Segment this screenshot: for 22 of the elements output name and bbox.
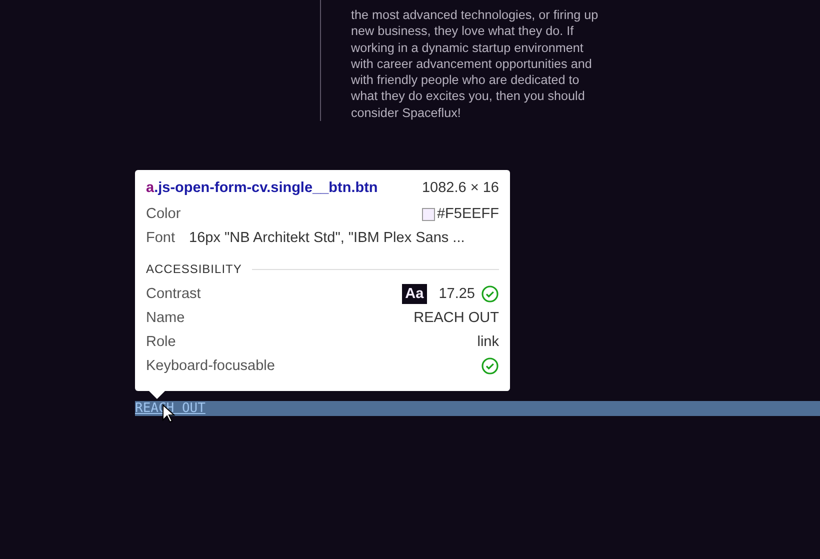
property-value: 17.25 — [438, 286, 475, 302]
property-label: Color — [146, 206, 181, 222]
paragraph-line: the most advanced technologies, or firing up — [351, 7, 598, 24]
property-value: #F5EEFF — [436, 206, 499, 222]
property-label: Font — [146, 230, 176, 246]
paragraph-line: new business, they love what they do. If — [351, 23, 575, 40]
property-label: Name — [146, 310, 185, 326]
paragraph-line: consider Spaceflux! — [351, 104, 462, 122]
section-heading: ACCESSIBILITY — [146, 262, 242, 276]
paragraph-line: with friendly people who are dedicated to — [351, 72, 580, 88]
property-label: Keyboard-focusable — [146, 358, 275, 374]
paragraph-line: what they do excites you, then you should — [351, 88, 586, 105]
property-value: REACH OUT — [414, 310, 499, 326]
paragraph-line: working in a dynamic startup environment — [351, 40, 584, 56]
contrast-sample: Aa — [402, 284, 427, 304]
property-value: 16px "NB Architekt Std", "IBM Plex Sans ... — [189, 230, 466, 246]
property-label: Contrast — [146, 286, 201, 302]
element-size: 1082.6 × 16 — [422, 180, 499, 196]
paragraph-line: with career advancement opportunities and — [351, 56, 593, 72]
property-value: link — [477, 334, 499, 350]
element-selector: a.js-open-form-cv.single__btn.btn — [146, 180, 378, 196]
property-label: Role — [146, 334, 176, 350]
